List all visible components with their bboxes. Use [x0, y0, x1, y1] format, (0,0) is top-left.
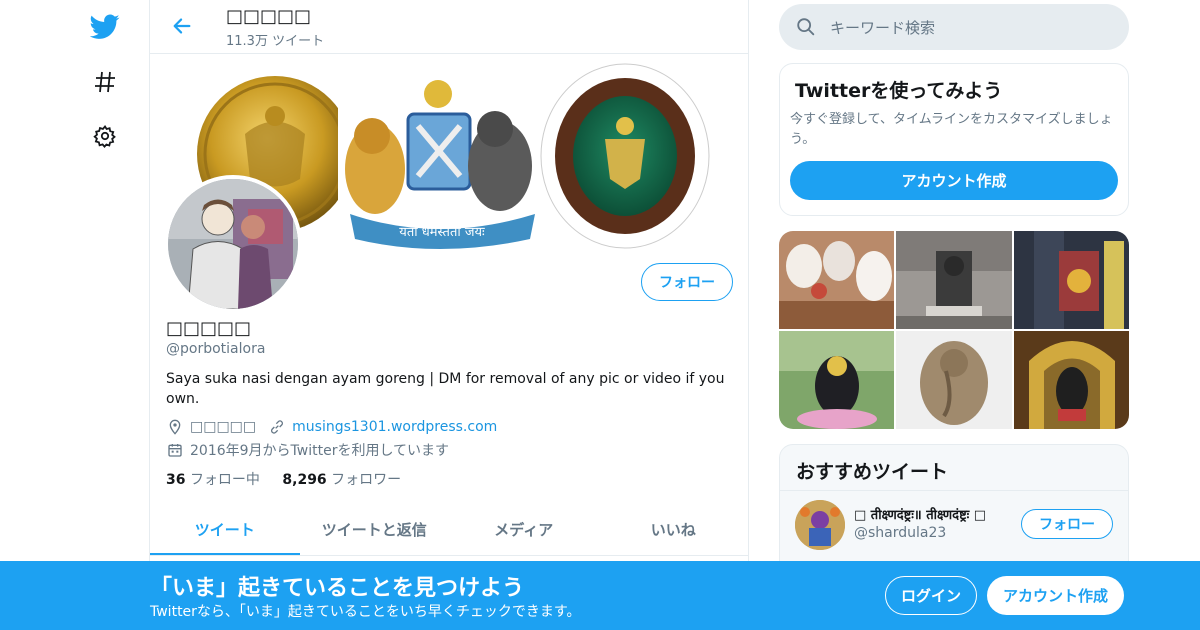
recommended-tweets-card: おすすめツイート □ तीक्ष्णदंष्ट्रः॥ तीक्ष्णदंष्ट… [779, 444, 1129, 574]
signup-card-description: 今すぐ登録して、タイムラインをカスタマイズしましょう。 [790, 112, 1113, 147]
recommended-title: おすすめツイート [796, 461, 949, 483]
tab-tweets-and-replies[interactable]: ツイートと返信 [300, 504, 450, 555]
search-icon [795, 16, 817, 38]
search-box[interactable]: キーワード検索 [779, 4, 1129, 50]
link-icon [268, 418, 286, 436]
tab-tweets[interactable]: ツイート [150, 504, 300, 555]
media-gallery [779, 231, 1129, 429]
divider [780, 490, 1128, 491]
signup-card: Twitterを使ってみよう 今すぐ登録して、タイムラインをカスタマイズしましょ… [779, 63, 1129, 216]
gallery-image[interactable] [896, 331, 1012, 429]
gear-icon[interactable] [88, 119, 122, 153]
tab-likes[interactable]: いいね [599, 504, 749, 555]
recommended-follow-button[interactable]: フォロー [1021, 509, 1113, 539]
gallery-image[interactable] [1013, 331, 1129, 429]
login-button[interactable]: ログイン [885, 576, 977, 615]
tab-media[interactable]: メディア [449, 504, 599, 555]
follow-button[interactable]: フォロー [641, 263, 733, 301]
calendar-icon [166, 441, 184, 459]
header-tweet-count: 11.3万 ツイート [226, 34, 325, 49]
left-navigation [0, 0, 150, 630]
location-pin-icon [166, 418, 184, 436]
following-label: フォロー中 [189, 472, 260, 488]
followers-label: フォロワー [331, 472, 402, 488]
followers-stat[interactable]: 8,296 フォロワー [282, 472, 401, 488]
gallery-image[interactable] [1013, 231, 1129, 329]
profile-website-link[interactable]: musings1301.wordpress.com [292, 419, 497, 435]
hashtag-icon[interactable] [88, 65, 122, 99]
recommended-user-name[interactable]: □ तीक्ष्णदंष्ट्रः॥ तीक्ष्णदंष्ट्रः □ [854, 505, 986, 523]
twitter-bird-icon[interactable] [88, 10, 122, 44]
gallery-image[interactable] [779, 331, 895, 429]
signup-banner-title: 「いま」起きていることを見つけよう [150, 576, 525, 601]
followers-count: 8,296 [282, 472, 327, 488]
profile-avatar[interactable] [164, 175, 302, 313]
profile-meta-joined: 2016年9月からTwitterを利用しています [166, 440, 449, 460]
recommended-user-handle[interactable]: @shardula23 [854, 525, 946, 541]
profile-header-bar: □□□□□ 11.3万 ツイート [150, 0, 748, 54]
create-account-button[interactable]: アカウント作成 [790, 161, 1118, 200]
profile-joined-date: 2016年9月からTwitterを利用しています [190, 443, 450, 459]
profile-bio: Saya suka nasi dengan ayam goreng | DM f… [166, 371, 725, 407]
header-profile-name: □□□□□ [226, 6, 312, 27]
signup-card-title: Twitterを使ってみよう [795, 80, 1003, 102]
banner-create-account-button[interactable]: アカウント作成 [987, 576, 1124, 615]
profile-location: □□□□□ [190, 419, 257, 435]
gallery-image[interactable] [779, 231, 895, 329]
svg-text:यतो धर्मस्ततो जयः: यतो धर्मस्ततो जयः [399, 224, 485, 240]
profile-column: □□□□□ 11.3万 ツイート यतो धर्मस्ततो जयः フォロー … [149, 0, 749, 630]
gallery-image[interactable] [896, 231, 1012, 329]
back-arrow-icon[interactable] [168, 12, 196, 40]
signup-banner: 「いま」起きていることを見つけよう Twitterなら、「いま」起きていることを… [0, 561, 1200, 630]
recommended-user-avatar[interactable] [795, 500, 845, 550]
profile-meta-location-website: □□□□□ musings1301.wordpress.com [166, 418, 497, 436]
following-count: 36 [166, 472, 186, 488]
signup-banner-subtitle: Twitterなら、「いま」起きていることをいち早くチェックできます。 [150, 604, 581, 620]
profile-tabs: ツイート ツイートと返信 メディア いいね [150, 504, 748, 556]
profile-handle: @porbotialora [166, 341, 266, 357]
profile-stats: 36 フォロー中 8,296 フォロワー [166, 469, 401, 489]
following-stat[interactable]: 36 フォロー中 [166, 472, 260, 488]
search-input[interactable]: キーワード検索 [830, 17, 935, 38]
profile-name: □□□□□ [166, 318, 252, 339]
